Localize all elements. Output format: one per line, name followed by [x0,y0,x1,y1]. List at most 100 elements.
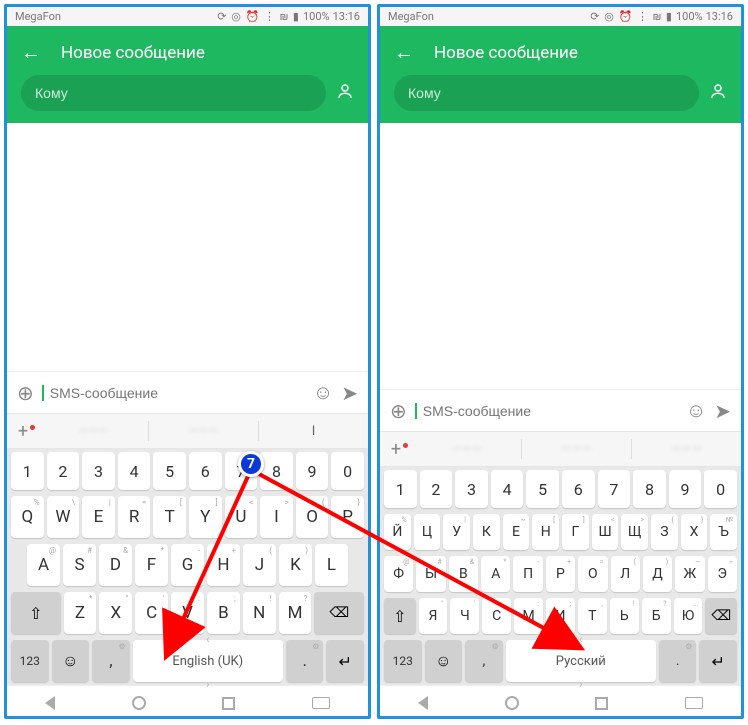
letter-key-ъ[interactable]: №Ъ [710,514,737,550]
letter-key-u[interactable]: <U [225,496,258,538]
letter-key-d[interactable]: &D [99,544,132,586]
space-key[interactable]: ‹ Русский › [506,640,656,682]
letter-key-y[interactable]: ]Y [189,496,222,538]
suggestion-expand[interactable]: + [7,421,39,442]
number-key-8[interactable]: 8 [260,452,293,490]
send-icon[interactable]: ➤ [341,381,358,405]
letter-key-ы[interactable]: #Ы [416,556,445,592]
number-key-8[interactable]: 8 [633,470,666,508]
shift-key[interactable]: ⇧ [11,592,61,634]
space-key[interactable]: ‹ English (UK) › [133,640,283,682]
letter-key-и[interactable]: ;И [546,598,575,634]
number-key-0[interactable]: 0 [704,470,737,508]
letter-key-э[interactable]: ÷Э [708,556,737,592]
letter-key-л[interactable]: (Л [611,556,640,592]
backspace-key[interactable]: ⌫ [705,598,737,634]
letter-key-х[interactable]: }Х [681,514,708,550]
backspace-key[interactable]: ⌫ [314,592,364,634]
comma-key[interactable]: ,⚙ [465,640,503,682]
letter-key-ж[interactable]: —Ж [675,556,704,592]
letter-key-р[interactable]: +Р [546,556,575,592]
nav-recent-icon[interactable] [595,697,608,710]
nav-back-icon[interactable] [418,696,428,710]
send-icon[interactable]: ➤ [714,399,731,423]
number-key-5[interactable]: 5 [153,452,186,490]
contact-icon[interactable] [709,82,727,105]
letter-key-r[interactable]: =R [118,496,151,538]
letter-key-ч[interactable]: 'Ч [450,598,479,634]
suggestion-item[interactable]: ——— [632,442,741,457]
nav-recent-icon[interactable] [222,697,235,710]
number-key-2[interactable]: 2 [420,470,453,508]
nav-keyboard-icon[interactable] [312,697,330,709]
letter-key-k[interactable]: )K [279,544,312,586]
letter-key-l[interactable]: L [315,544,348,586]
suggestion-item[interactable]: I [259,424,368,439]
letter-key-v[interactable]: :V [171,592,204,634]
number-key-1[interactable]: 1 [11,452,44,490]
letter-key-г[interactable]: ]Г [562,514,589,550]
letter-key-м[interactable]: :М [514,598,543,634]
letter-key-т[interactable]: ,Т [578,598,607,634]
letter-key-у[interactable]: |У [443,514,470,550]
letter-key-с[interactable]: С [482,598,511,634]
numeric-key[interactable]: 123 [384,640,422,682]
letter-key-x[interactable]: "X [99,592,132,634]
letter-key-ц[interactable]: Ц [414,514,441,550]
number-key-7[interactable]: 7 [598,470,631,508]
number-key-5[interactable]: 5 [526,470,559,508]
letter-key-w[interactable]: \W [47,496,80,538]
letter-key-о[interactable]: =О [578,556,607,592]
back-arrow-icon[interactable]: ← [394,40,414,65]
letter-key-j[interactable]: (J [243,544,276,586]
emoji-key[interactable]: ☺ [52,640,90,682]
letter-key-b[interactable]: ;B [207,592,240,634]
letter-key-к[interactable]: К [473,514,500,550]
suggestion-expand[interactable]: + [380,439,412,460]
period-key[interactable]: .⚙ [286,640,324,682]
letter-key-z[interactable]: *Z [64,592,97,634]
letter-key-q[interactable]: %Q [11,496,44,538]
letter-key-c[interactable]: 'C [135,592,168,634]
letter-key-в[interactable]: &В [449,556,478,592]
letter-key-ш[interactable]: <Ш [592,514,619,550]
compose-input[interactable] [415,403,678,419]
suggestion-item[interactable]: ——— [39,424,148,439]
attach-icon[interactable]: ⊕ [17,381,34,405]
letter-key-е[interactable]: ~Е [503,514,530,550]
number-key-4[interactable]: 4 [491,470,524,508]
contact-icon[interactable] [336,82,354,105]
letter-key-a[interactable]: @A [27,544,60,586]
number-key-4[interactable]: 4 [118,452,151,490]
letter-key-д[interactable]: )Д [643,556,672,592]
letter-key-i[interactable]: >I [260,496,293,538]
number-key-9[interactable]: 9 [296,452,329,490]
number-key-1[interactable]: 1 [384,470,417,508]
letter-key-н[interactable]: [Н [532,514,559,550]
numeric-key[interactable]: 123 [11,640,49,682]
letter-key-ф[interactable]: @Ф [384,556,413,592]
recipient-input[interactable] [394,75,699,111]
letter-key-o[interactable]: {O [296,496,329,538]
number-key-9[interactable]: 9 [669,470,702,508]
emoji-key[interactable]: ☺ [425,640,463,682]
letter-key-p[interactable]: }P [331,496,364,538]
letter-key-g[interactable]: -G [171,544,204,586]
enter-key[interactable]: ↵ [699,640,737,682]
letter-key-а[interactable]: *А [481,556,510,592]
comma-key[interactable]: ,⚙ [92,640,130,682]
letter-key-ю[interactable]: ...Ю [674,598,703,634]
attach-icon[interactable]: ⊕ [390,399,407,423]
number-key-0[interactable]: 0 [331,452,364,490]
number-key-6[interactable]: 6 [189,452,222,490]
nav-home-icon[interactable] [132,696,146,710]
letter-key-m[interactable]: ?M [279,592,312,634]
number-key-6[interactable]: 6 [562,470,595,508]
suggestion-item[interactable]: ——— [412,442,521,457]
letter-key-й[interactable]: %Й [384,514,411,550]
letter-key-щ[interactable]: >Щ [621,514,648,550]
emoji-icon[interactable]: ☺ [313,380,333,405]
letter-key-e[interactable]: |E [82,496,115,538]
recipient-input[interactable] [21,75,326,111]
nav-home-icon[interactable] [505,696,519,710]
